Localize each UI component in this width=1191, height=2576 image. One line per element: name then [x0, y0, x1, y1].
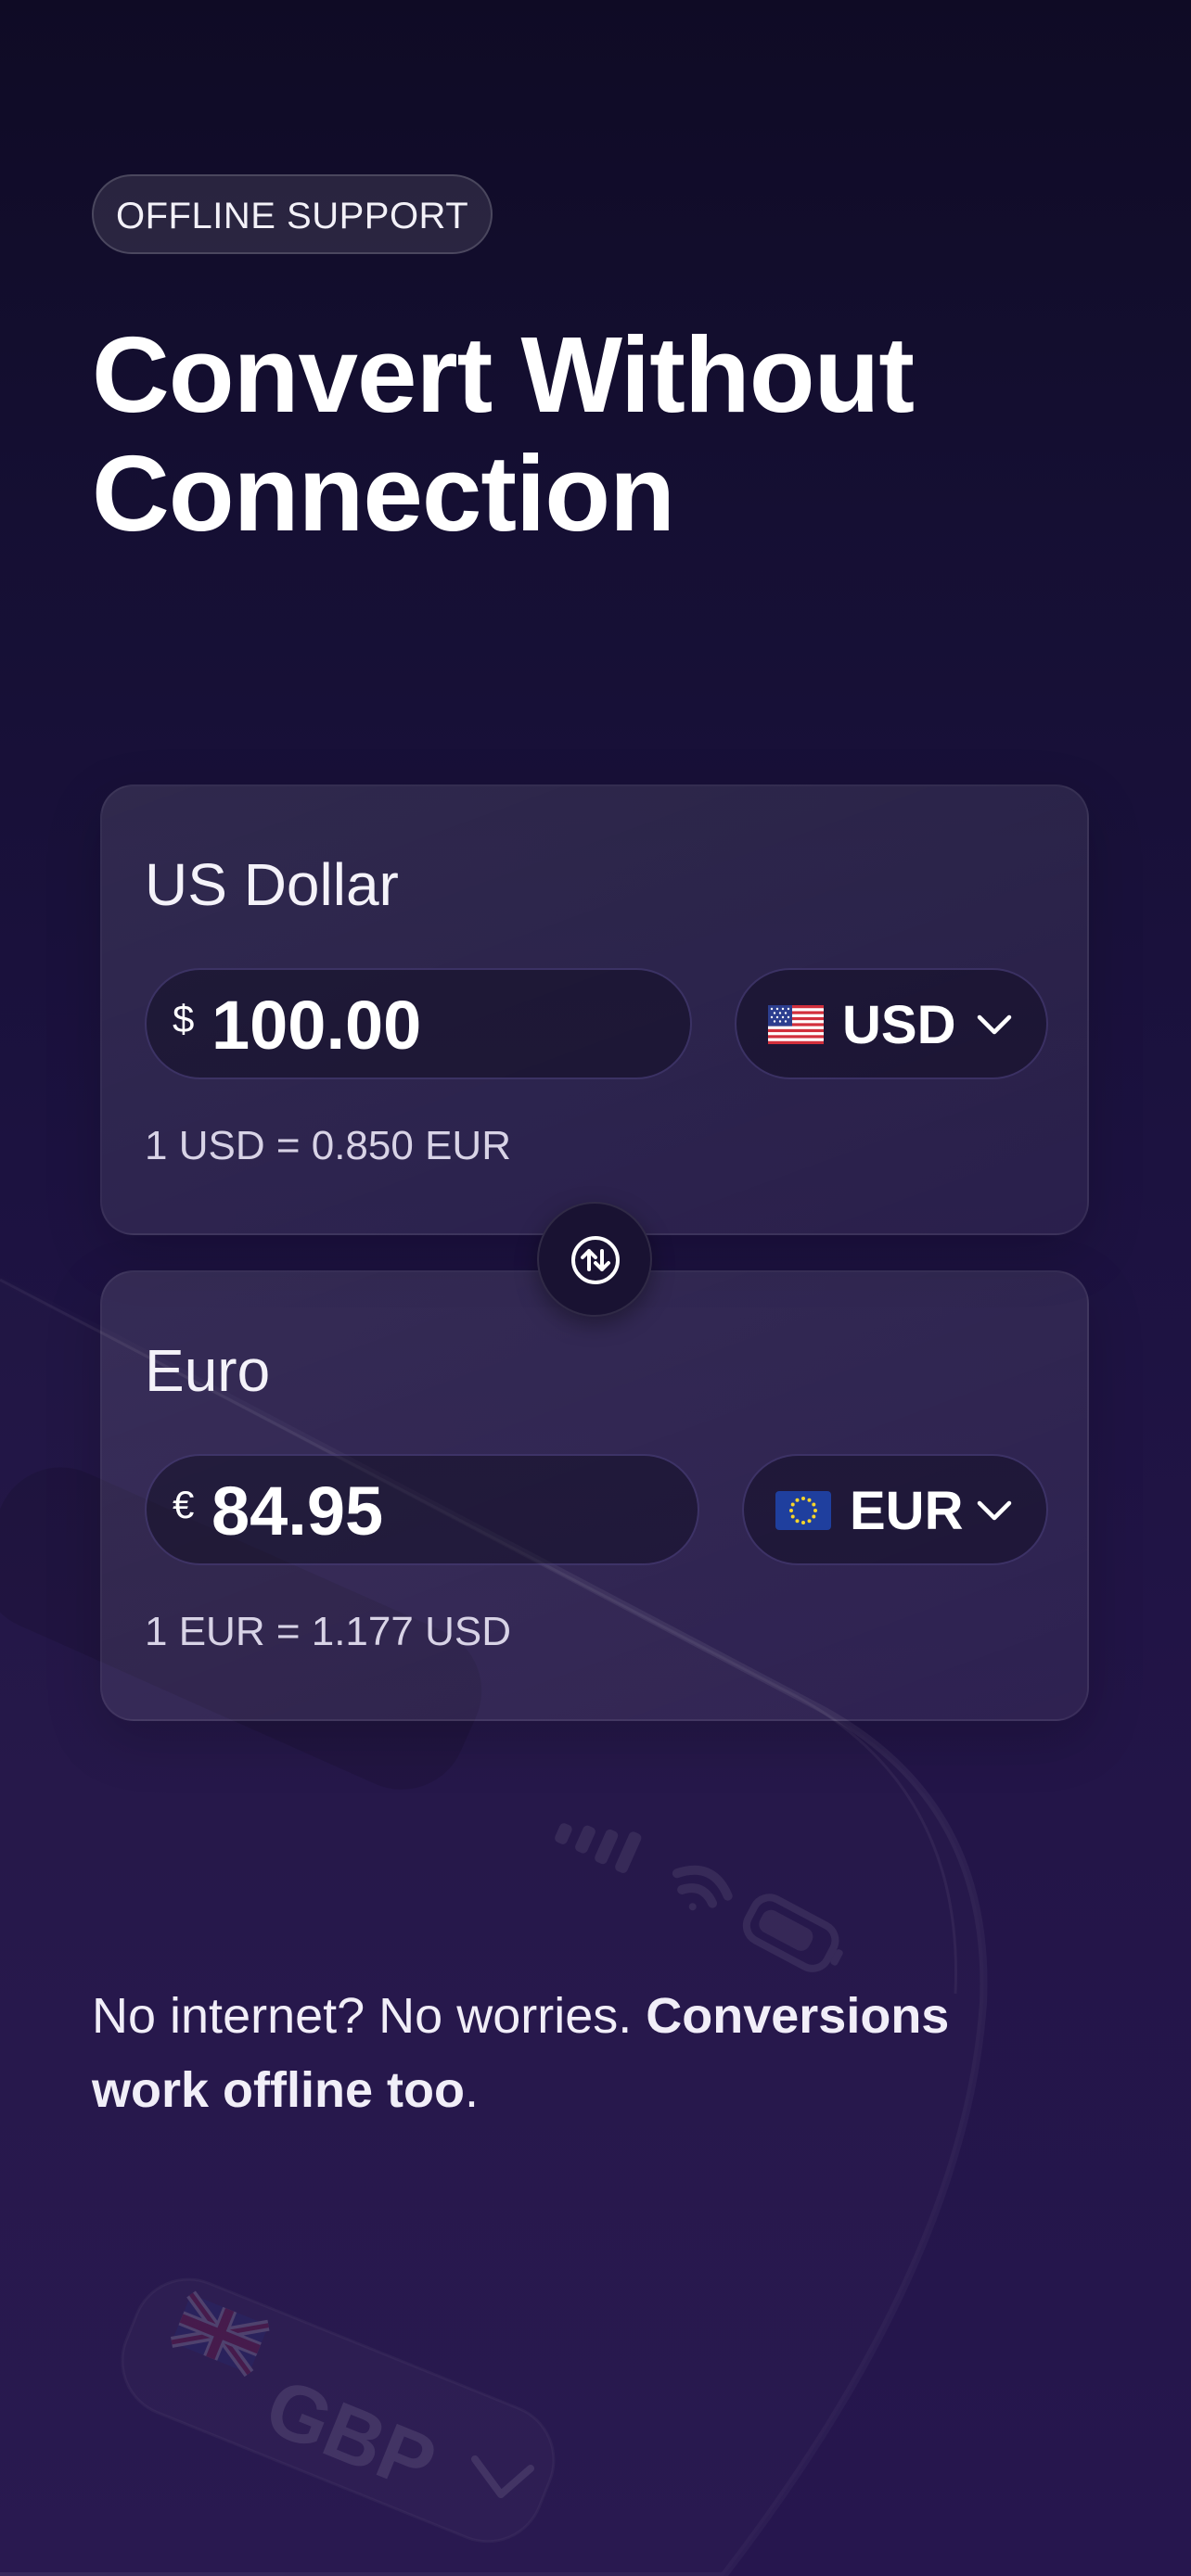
to-amount-input[interactable]: € 84.95	[145, 1454, 699, 1565]
to-amount-value: 84.95	[211, 1473, 384, 1549]
swap-vertical-icon	[571, 1236, 620, 1284]
page-title-line-1: Convert Without	[92, 314, 915, 435]
swap-currencies-button[interactable]	[537, 1202, 652, 1317]
eu-flag-icon	[775, 1491, 831, 1530]
signal-icon	[555, 1823, 642, 1873]
euro-symbol: €	[173, 1483, 195, 1526]
to-currency-code: EUR	[850, 1481, 964, 1541]
from-amount-input[interactable]: $ 100.00	[145, 968, 692, 1079]
page-title: Convert Without Connection	[92, 315, 1112, 553]
chevron-down-icon	[977, 1500, 1012, 1521]
offline-tagline: No internet? No worries. Conversions wor…	[92, 1979, 1066, 2127]
us-flag-icon	[768, 1005, 824, 1044]
from-currency-code: USD	[842, 995, 956, 1055]
battery-icon	[742, 1894, 843, 1972]
chevron-down-icon	[977, 1014, 1012, 1035]
from-currency-selector[interactable]: USD	[735, 968, 1048, 1079]
dollar-symbol: $	[173, 997, 195, 1040]
to-currency-name: Euro	[145, 1337, 271, 1404]
from-currency-card: US Dollar $ 100.00 USD 1 USD = 0.850 EUR	[100, 784, 1089, 1235]
tagline-regular: No internet? No worries.	[92, 1988, 647, 2044]
to-exchange-rate: 1 EUR = 1.177 USD	[145, 1609, 511, 1654]
tagline-end: .	[464, 2062, 479, 2118]
page-title-line-2: Connection	[92, 433, 675, 554]
to-currency-card: Euro € 84.95 EUR 1 EUR = 1.177 USD	[100, 1270, 1089, 1721]
wifi-icon	[672, 1865, 733, 1911]
from-exchange-rate: 1 USD = 0.850 EUR	[145, 1123, 511, 1168]
background-currency-code: GBP	[253, 2361, 448, 2509]
offline-support-badge: OFFLINE SUPPORT	[92, 174, 493, 254]
from-amount-value: 100.00	[211, 987, 422, 1064]
to-currency-selector[interactable]: EUR	[742, 1454, 1048, 1565]
from-currency-name: US Dollar	[145, 851, 399, 918]
